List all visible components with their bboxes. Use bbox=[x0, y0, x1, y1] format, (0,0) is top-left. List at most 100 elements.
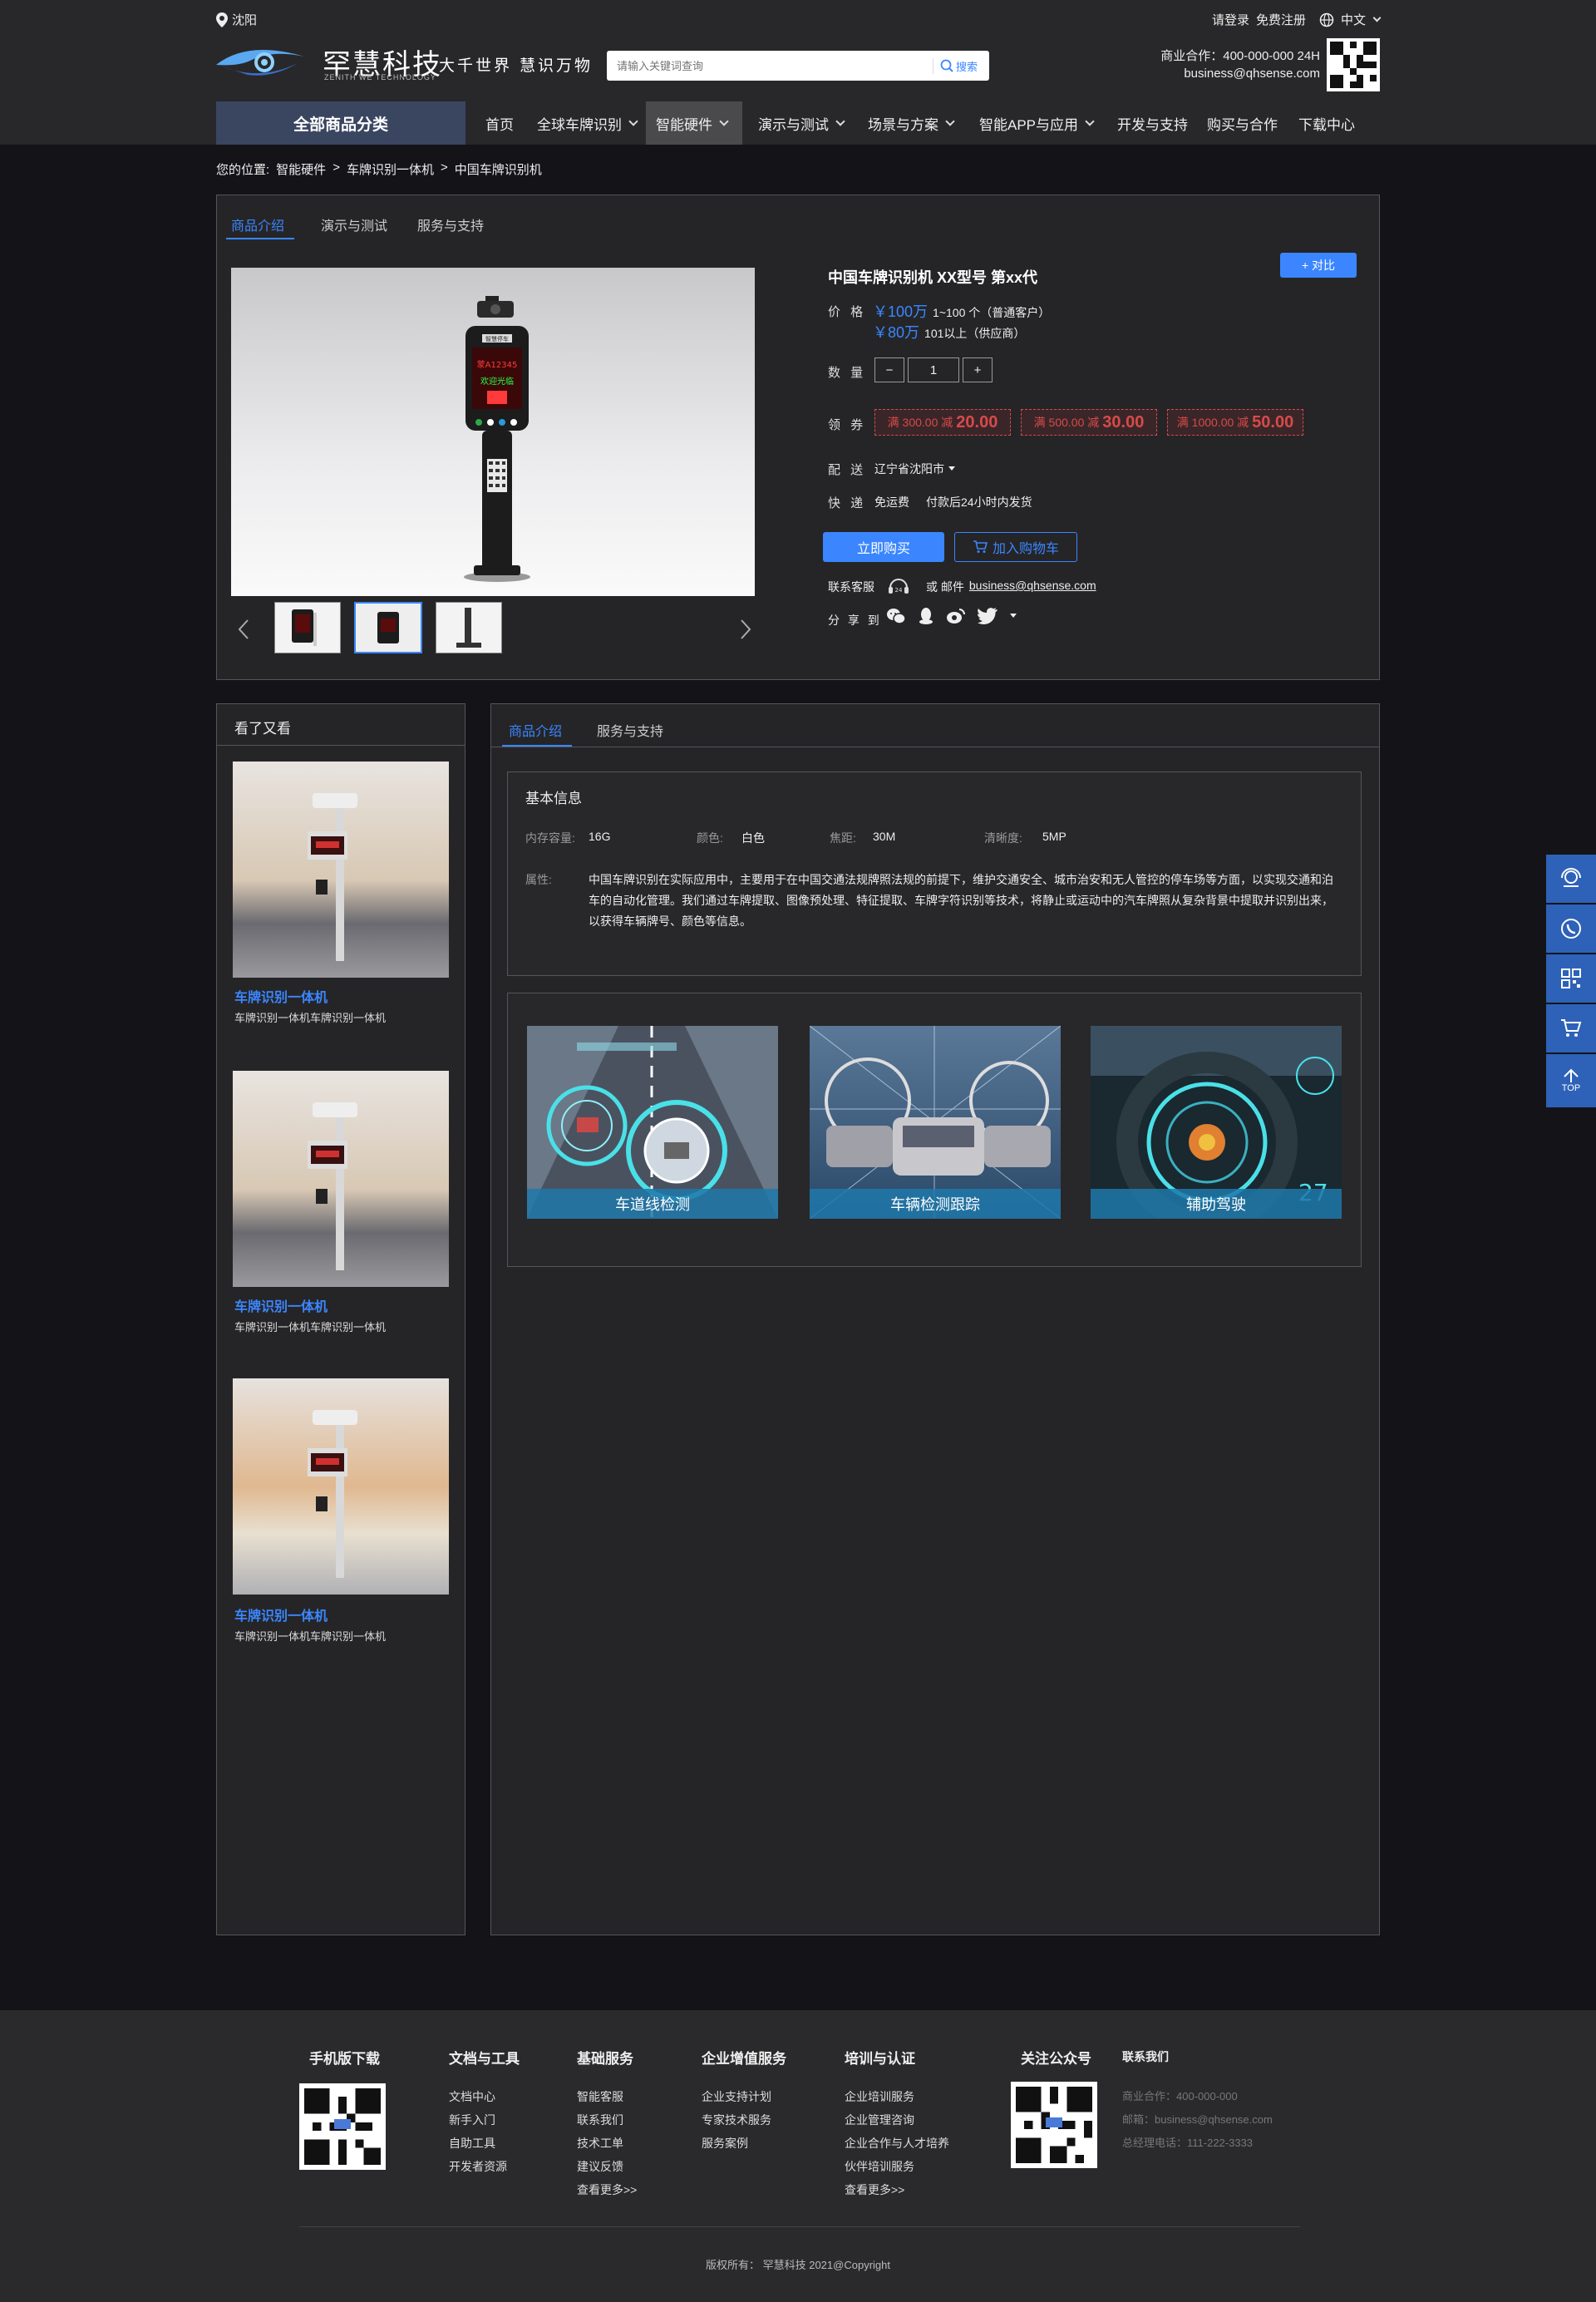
footer-link[interactable]: 伙伴培训服务 bbox=[845, 2155, 949, 2178]
express-value: 免运费 bbox=[874, 495, 909, 509]
feature-lane-detection[interactable]: 车道线检测 bbox=[527, 1026, 778, 1219]
business-email[interactable]: business@qhsense.com bbox=[1147, 65, 1320, 82]
coupon[interactable]: 满 1000.00 减 50.00 bbox=[1167, 409, 1303, 436]
breadcrumb-item[interactable]: 中国车牌识别机 bbox=[455, 160, 542, 178]
customer-service-icon[interactable]: 24 bbox=[886, 574, 911, 603]
footer-link[interactable]: 服务案例 bbox=[702, 2132, 771, 2155]
footer-link[interactable]: 技术工单 bbox=[577, 2132, 637, 2155]
share-label: 分 享 到 bbox=[828, 614, 882, 627]
float-qrcode-button[interactable] bbox=[1546, 954, 1596, 1003]
field-value: 5MP bbox=[1042, 830, 1066, 843]
footer-link[interactable]: 企业支持计划 bbox=[702, 2085, 771, 2108]
side-item-title[interactable]: 车牌识别一体机 bbox=[234, 1295, 328, 1315]
footer-heading: 文档与工具 bbox=[449, 2051, 520, 2067]
tab-detail-service[interactable]: 服务与支持 bbox=[597, 720, 663, 740]
quantity-plus-button[interactable]: + bbox=[963, 357, 993, 382]
footer-link[interactable]: 文档中心 bbox=[449, 2085, 507, 2108]
footer-heading: 关注公众号 bbox=[1021, 2051, 1091, 2067]
add-to-cart-button[interactable]: 加入购物车 bbox=[954, 532, 1077, 562]
nav-download[interactable]: 下载中心 bbox=[1288, 101, 1365, 145]
breadcrumb-prefix: 您的位置: bbox=[216, 163, 270, 177]
feature-vehicle-tracking[interactable]: 车辆检测跟踪 bbox=[810, 1026, 1061, 1219]
nav-scenes[interactable]: 场景与方案 bbox=[858, 101, 963, 145]
nav-smart-app[interactable]: 智能APP与应用 bbox=[969, 101, 1103, 145]
compare-button[interactable]: + 对比 bbox=[1280, 253, 1357, 278]
thumb-prev-arrow-icon[interactable] bbox=[236, 617, 253, 642]
shipping-region-select[interactable]: 辽宁省沈阳市 bbox=[874, 461, 956, 477]
float-phone-button[interactable] bbox=[1546, 905, 1596, 953]
footer-link[interactable]: 建议反馈 bbox=[577, 2155, 637, 2178]
nav-dev-support[interactable]: 开发与支持 bbox=[1107, 101, 1198, 145]
footer-link[interactable]: 联系我们 bbox=[577, 2108, 637, 2132]
weibo-icon[interactable] bbox=[946, 607, 966, 625]
footer-more-link[interactable]: 查看更多>> bbox=[577, 2178, 637, 2201]
logo-eye-icon bbox=[214, 42, 306, 83]
nav-global-plate[interactable]: 全球车牌识别 bbox=[527, 101, 647, 145]
express-note: 付款后24小时内发货 bbox=[926, 495, 1032, 509]
buy-now-button[interactable]: 立即购买 bbox=[823, 532, 944, 562]
footer-contact-manager: 总经理电话：111-222-3333 bbox=[1122, 2137, 1254, 2149]
field-value: 30M bbox=[873, 830, 896, 843]
search-button[interactable]: 搜索 bbox=[932, 57, 989, 74]
footer-link[interactable]: 开发者资源 bbox=[449, 2155, 507, 2178]
thumb-next-arrow-icon[interactable] bbox=[736, 617, 753, 642]
tab-product-intro[interactable]: 商品介绍 bbox=[231, 214, 284, 234]
feature-assisted-driving[interactable]: 27 辅助驾驶 bbox=[1091, 1026, 1342, 1219]
footer-link[interactable]: 新手入门 bbox=[449, 2108, 507, 2132]
tab-demo[interactable]: 演示与测试 bbox=[321, 214, 387, 234]
tab-detail-intro[interactable]: 商品介绍 bbox=[509, 720, 562, 740]
twitter-icon[interactable] bbox=[978, 608, 998, 624]
chevron-down-icon bbox=[1085, 116, 1095, 126]
footer-more-link[interactable]: 查看更多>> bbox=[845, 2178, 949, 2201]
language-select[interactable]: 中文 bbox=[1341, 11, 1366, 28]
thumbnail-active[interactable] bbox=[354, 602, 422, 653]
breadcrumb-item[interactable]: 车牌识别一体机 bbox=[347, 160, 434, 178]
footer-link[interactable]: 自助工具 bbox=[449, 2132, 507, 2155]
field-label: 颜色: bbox=[697, 831, 723, 845]
more-share-caret-icon[interactable] bbox=[1009, 613, 1017, 619]
footer-heading: 手机版下载 bbox=[309, 2051, 380, 2067]
thumbnail[interactable] bbox=[436, 602, 502, 653]
wechat-icon[interactable] bbox=[886, 607, 906, 625]
side-card-image[interactable] bbox=[233, 1378, 449, 1595]
breadcrumb-separator: > bbox=[332, 160, 340, 175]
side-item-title[interactable]: 车牌识别一体机 bbox=[234, 1604, 328, 1624]
quantity-input[interactable]: 1 bbox=[908, 357, 959, 382]
footer-link[interactable]: 专家技术服务 bbox=[702, 2108, 771, 2132]
customer-service-label: 联系客服 bbox=[828, 580, 874, 594]
nav-purchase[interactable]: 购买与合作 bbox=[1197, 101, 1288, 145]
login-link[interactable]: 请登录 bbox=[1212, 11, 1249, 28]
footer-link[interactable]: 企业合作与人才培养 bbox=[845, 2132, 949, 2155]
side-card-image[interactable] bbox=[233, 1071, 449, 1287]
side-item-title[interactable]: 车牌识别一体机 bbox=[234, 986, 328, 1006]
side-card-image[interactable] bbox=[233, 762, 449, 978]
price-label: 价 格 bbox=[828, 305, 867, 319]
chevron-down-icon bbox=[945, 116, 955, 126]
nav-demo[interactable]: 演示与测试 bbox=[748, 101, 854, 145]
mail-link[interactable]: business@qhsense.com bbox=[969, 579, 1096, 595]
float-service-button[interactable] bbox=[1546, 855, 1596, 903]
float-top-button[interactable]: TOP bbox=[1546, 1054, 1596, 1107]
nav-home[interactable]: 首页 bbox=[475, 101, 524, 145]
phone-icon bbox=[1561, 919, 1581, 939]
tab-service[interactable]: 服务与支持 bbox=[417, 214, 484, 234]
breadcrumb-separator: > bbox=[440, 160, 448, 175]
coupon[interactable]: 满 500.00 减 30.00 bbox=[1021, 409, 1157, 436]
quantity-minus-button[interactable]: − bbox=[874, 357, 904, 382]
qq-icon[interactable] bbox=[918, 607, 934, 625]
breadcrumb-item[interactable]: 智能硬件 bbox=[276, 160, 326, 178]
footer-link[interactable]: 智能客服 bbox=[577, 2085, 637, 2108]
coupon[interactable]: 满 300.00 减 20.00 bbox=[874, 409, 1011, 436]
register-link[interactable]: 免费注册 bbox=[1256, 11, 1306, 28]
footer-heading: 培训与认证 bbox=[845, 2051, 915, 2067]
breadcrumb: 您的位置: 智能硬件 > 车牌识别一体机 > 中国车牌识别机 bbox=[216, 160, 542, 178]
search-input[interactable] bbox=[607, 59, 933, 72]
search-button-label: 搜索 bbox=[955, 60, 978, 73]
thumbnail[interactable] bbox=[274, 602, 341, 653]
nav-smart-hardware[interactable]: 智能硬件 bbox=[646, 101, 742, 145]
footer-link[interactable]: 企业管理咨询 bbox=[845, 2108, 949, 2132]
location[interactable]: 沈阳 bbox=[216, 11, 257, 28]
all-categories-button[interactable]: 全部商品分类 bbox=[216, 101, 466, 145]
footer-link[interactable]: 企业培训服务 bbox=[845, 2085, 949, 2108]
float-cart-button[interactable] bbox=[1546, 1004, 1596, 1052]
